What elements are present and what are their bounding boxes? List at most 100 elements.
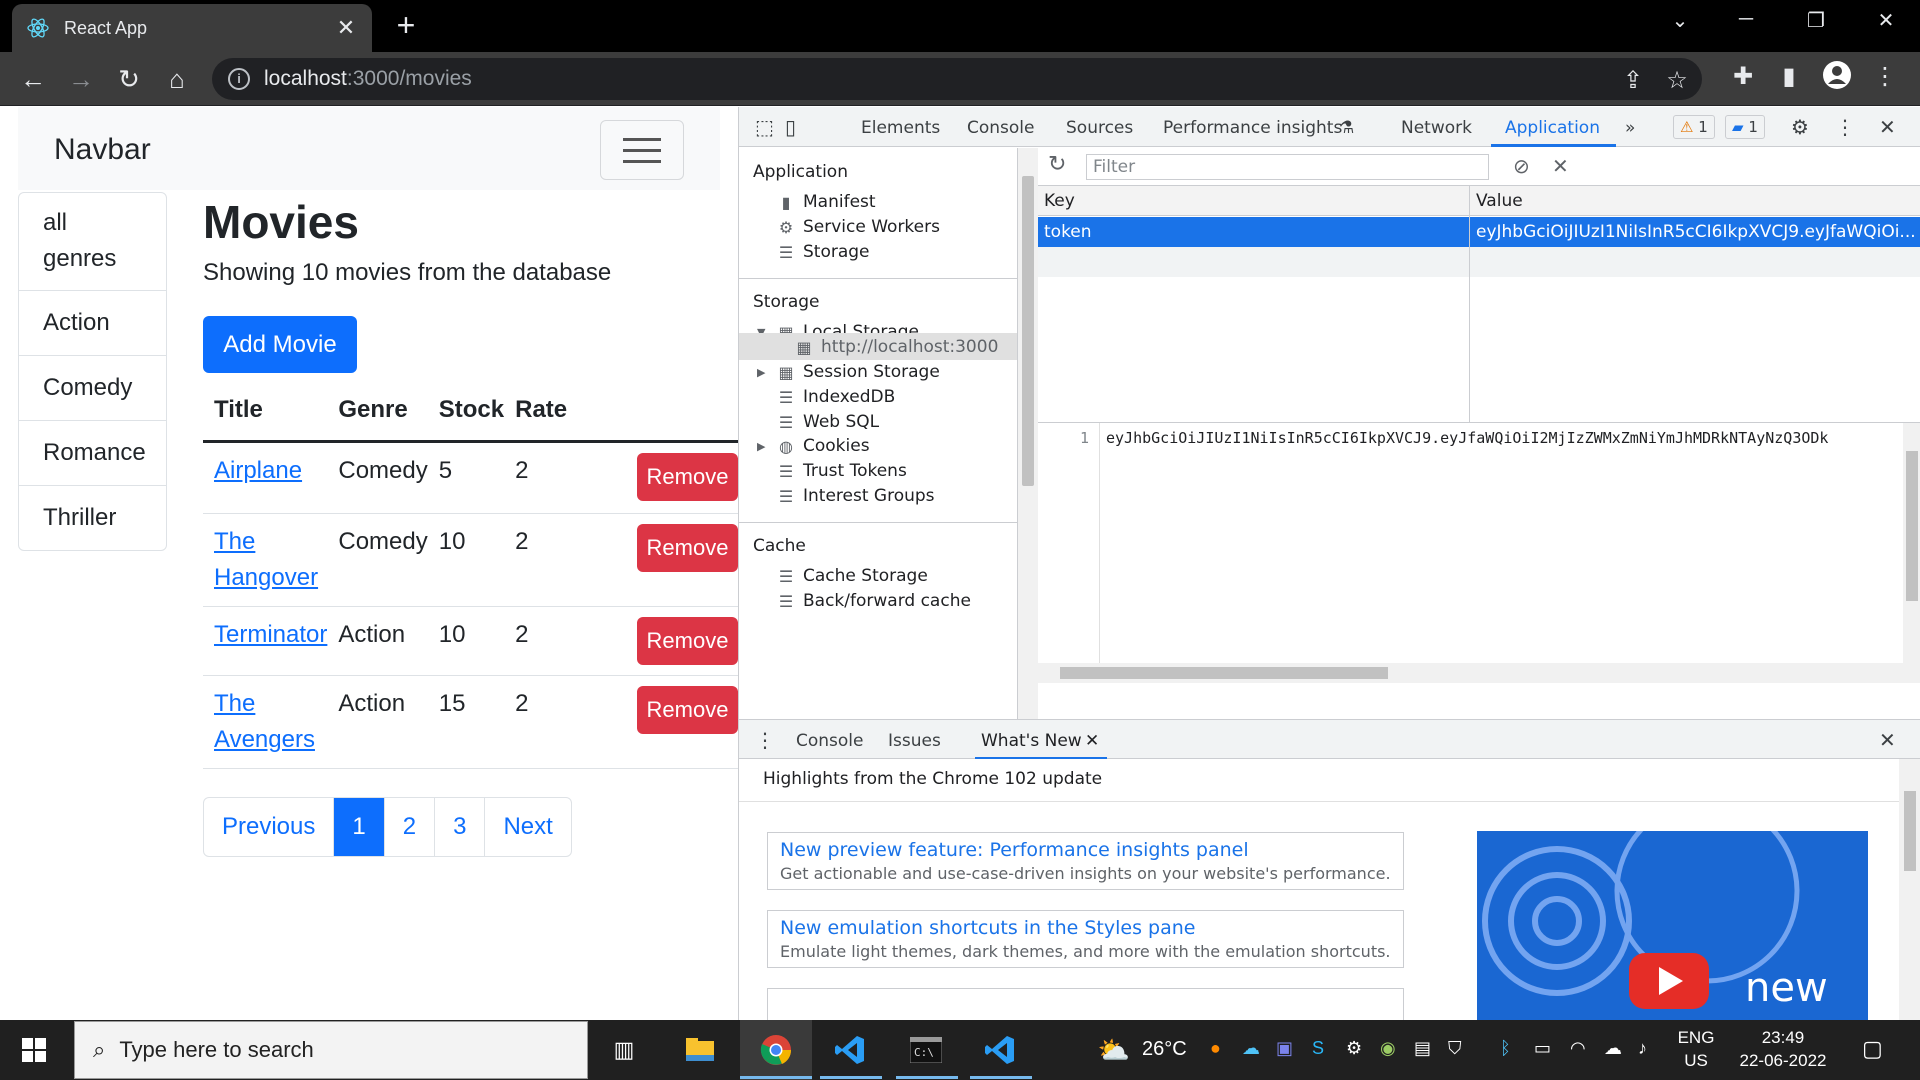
lock-icon[interactable]: ▤ xyxy=(1414,1038,1431,1059)
remove-button[interactable]: Remove xyxy=(637,616,738,665)
inspect-element-icon[interactable]: ⬚ xyxy=(755,115,774,139)
tree-item-session-storage[interactable]: ▶ ▦ Session Storage xyxy=(757,362,940,382)
weather-icon[interactable]: ⛅ xyxy=(1094,1030,1134,1070)
site-info-icon[interactable]: i xyxy=(228,68,250,90)
tab-network[interactable]: Network xyxy=(1401,118,1472,138)
task-view-icon[interactable]: ▥ xyxy=(604,1030,644,1070)
vscode-icon[interactable] xyxy=(980,1030,1020,1070)
remove-button[interactable]: Remove xyxy=(637,523,738,572)
device-toolbar-icon[interactable]: ▯ xyxy=(785,115,796,139)
tab-application[interactable]: Application xyxy=(1505,118,1600,138)
weather-temperature[interactable]: 26°C xyxy=(1142,1038,1187,1061)
profile-avatar-icon[interactable] xyxy=(1820,60,1854,97)
pagination-page-3[interactable]: 3 xyxy=(435,798,486,856)
pagination-page-1[interactable]: 1 xyxy=(334,798,385,856)
restore-icon[interactable]: ❐ xyxy=(1796,8,1836,33)
navbar-toggler-button[interactable] xyxy=(600,120,684,180)
whats-new-video-thumbnail[interactable]: new xyxy=(1477,831,1868,1020)
whats-new-card[interactable] xyxy=(767,988,1404,1020)
delete-selected-icon[interactable]: ✕ xyxy=(1552,154,1569,178)
volume-icon[interactable]: ♪ xyxy=(1638,1038,1647,1059)
column-header-value[interactable]: Value xyxy=(1476,191,1523,211)
tab-console[interactable]: Console xyxy=(967,118,1035,138)
tree-item-bfcache[interactable]: ☰ Back/forward cache xyxy=(777,591,971,611)
minimize-icon[interactable]: ─ xyxy=(1726,8,1766,31)
remove-button[interactable]: Remove xyxy=(637,452,738,501)
close-whats-new-icon[interactable]: ✕ xyxy=(1085,731,1099,751)
genre-item-comedy[interactable]: Comedy xyxy=(19,356,166,421)
column-header-genre[interactable]: Genre xyxy=(327,381,428,443)
tree-item-service-workers[interactable]: ⚙ Service Workers xyxy=(777,217,940,237)
file-explorer-icon[interactable] xyxy=(680,1030,720,1070)
remove-button[interactable]: Remove xyxy=(637,685,738,734)
column-header-rate[interactable]: Rate xyxy=(504,381,568,443)
collapsed-arrow-icon[interactable]: ▶ xyxy=(757,366,771,379)
skype-icon[interactable]: S xyxy=(1312,1038,1324,1059)
tab-search-icon[interactable]: ⌄ xyxy=(1660,8,1700,33)
movie-title-link[interactable]: The Avengers xyxy=(214,690,315,753)
tree-item-cache-storage[interactable]: ☰ Cache Storage xyxy=(777,566,928,586)
pagination-page-2[interactable]: 2 xyxy=(385,798,436,856)
wifi-icon[interactable]: ◠ xyxy=(1570,1038,1586,1059)
network-globe-icon[interactable]: ◉ xyxy=(1380,1038,1396,1059)
movie-title-link[interactable]: The Hangover xyxy=(214,528,318,591)
terminal-icon[interactable]: C:\ xyxy=(906,1030,946,1070)
devtools-menu-icon[interactable]: ⋮ xyxy=(1835,115,1855,139)
close-drawer-icon[interactable]: ✕ xyxy=(1879,728,1896,752)
pagination-previous[interactable]: Previous xyxy=(204,798,335,856)
tab-elements[interactable]: Elements xyxy=(861,118,940,138)
preview-vertical-scrollbar[interactable] xyxy=(1903,423,1920,663)
genre-item-all[interactable]: all genres xyxy=(19,193,166,291)
tree-item-storage[interactable]: ☰ Storage xyxy=(777,242,870,262)
chrome-icon[interactable] xyxy=(756,1030,796,1070)
reload-icon[interactable]: ↻ xyxy=(112,62,146,96)
column-header-key[interactable]: Key xyxy=(1044,191,1075,211)
messages-badge[interactable]: ▰ 1 xyxy=(1725,115,1765,139)
tree-item-manifest[interactable]: ▮ Manifest xyxy=(777,192,876,212)
value-preview-text[interactable]: eyJhbGciOiJIUzI1NiIsInR5cCI6IkpXVCJ9.eyJ… xyxy=(1106,429,1901,447)
card-title[interactable]: New preview feature: Performance insight… xyxy=(780,839,1391,861)
side-panel-icon[interactable]: ▮ xyxy=(1772,62,1806,91)
whats-new-card[interactable]: New emulation shortcuts in the Styles pa… xyxy=(767,910,1404,968)
forward-icon[interactable]: → xyxy=(64,62,98,96)
navbar-brand[interactable]: Navbar xyxy=(54,133,151,167)
settings-tray-icon[interactable]: ⚙ xyxy=(1346,1038,1362,1059)
system-clock[interactable]: 23:49 22-06-2022 xyxy=(1728,1026,1838,1072)
table-row[interactable]: token eyJhbGciOiJIUzI1NiIsInR5cCI6IkpXVC… xyxy=(1038,217,1920,247)
language-indicator[interactable]: ENG US xyxy=(1666,1026,1726,1072)
drawer-tab-console[interactable]: Console xyxy=(796,731,864,751)
pagination-next[interactable]: Next xyxy=(485,798,570,856)
column-header-stock[interactable]: Stock xyxy=(427,381,505,443)
whats-new-card[interactable]: New preview feature: Performance insight… xyxy=(767,832,1404,890)
browser-tab[interactable]: React App ✕ xyxy=(12,4,372,52)
close-devtools-icon[interactable]: ✕ xyxy=(1879,115,1896,139)
tree-item-websql[interactable]: ☰ Web SQL xyxy=(777,412,879,432)
genre-item-romance[interactable]: Romance xyxy=(19,421,166,486)
window-close-icon[interactable]: ✕ xyxy=(1866,8,1906,33)
cloud-sync-icon[interactable]: ☁ xyxy=(1604,1038,1622,1059)
tree-item-local-origin[interactable]: ▦ http://localhost:3000 xyxy=(795,337,998,357)
clear-all-icon[interactable]: ⊘ xyxy=(1513,154,1530,178)
genre-item-action[interactable]: Action xyxy=(19,291,166,356)
drawer-menu-icon[interactable]: ⋮ xyxy=(755,728,775,752)
movie-title-link[interactable]: Terminator xyxy=(214,621,327,648)
sidebar-scrollbar[interactable] xyxy=(1018,148,1038,719)
bluetooth-icon[interactable]: ᛒ xyxy=(1500,1038,1511,1059)
close-tab-icon[interactable]: ✕ xyxy=(334,15,358,41)
taskbar-search-box[interactable]: ⌕ Type here to search xyxy=(74,1021,588,1079)
onedrive-icon[interactable]: ☁ xyxy=(1242,1038,1260,1059)
tree-item-indexeddb[interactable]: ☰ IndexedDB xyxy=(777,387,895,407)
tab-sources[interactable]: Sources xyxy=(1066,118,1133,138)
back-icon[interactable]: ← xyxy=(16,62,50,96)
more-tabs-icon[interactable]: » xyxy=(1625,118,1635,138)
column-header-title[interactable]: Title xyxy=(203,381,328,443)
collapsed-arrow-icon[interactable]: ▶ xyxy=(757,440,771,453)
drawer-tab-issues[interactable]: Issues xyxy=(888,731,941,751)
tray-app-icon[interactable]: ● xyxy=(1210,1038,1221,1059)
address-bar[interactable]: i localhost :3000/movies ⇪ ☆ xyxy=(212,58,1702,100)
tab-performance-insights[interactable]: Performance insights xyxy=(1163,118,1342,138)
settings-gear-icon[interactable]: ⚙ xyxy=(1791,115,1809,139)
genre-item-thriller[interactable]: Thriller xyxy=(19,486,166,550)
extensions-icon[interactable]: ✚ xyxy=(1726,62,1760,91)
share-icon[interactable]: ⇪ xyxy=(1618,66,1648,95)
